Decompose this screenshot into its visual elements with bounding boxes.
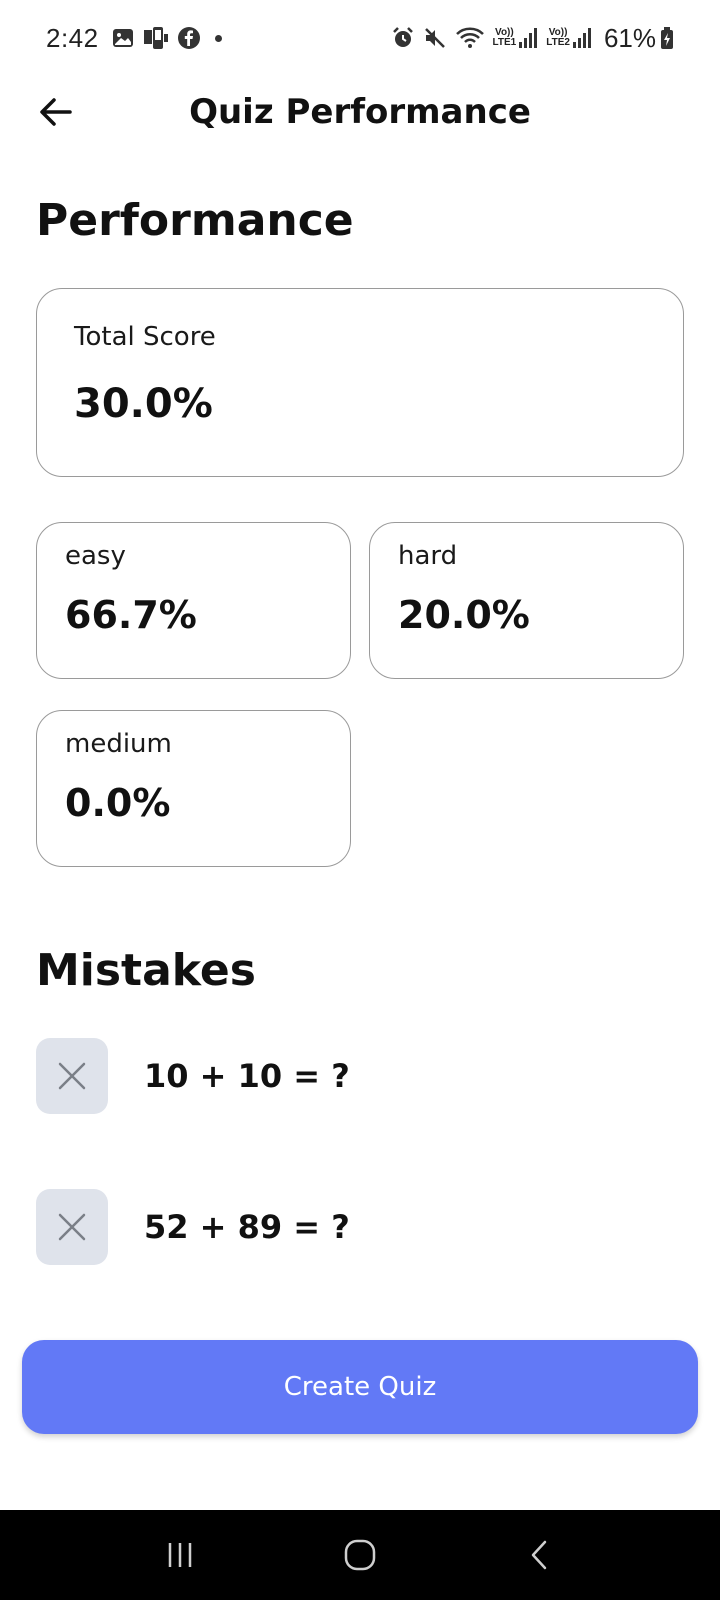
close-icon [58, 1062, 86, 1090]
system-back-button[interactable] [500, 1525, 580, 1585]
difficulty-value: 20.0% [398, 593, 530, 637]
difficulty-value: 66.7% [65, 593, 197, 637]
difficulty-card-easy: easy 66.7% [36, 522, 351, 679]
mistake-item: 52 + 89 = ? [36, 1189, 684, 1265]
status-bar: 2:42 Vo)) LTE1 Vo)) LTE2 61% [0, 0, 720, 76]
system-nav-bar [0, 1510, 720, 1600]
network1-label: Vo)) LTE1 [492, 27, 517, 48]
status-left: 2:42 [46, 23, 222, 54]
mistake-question: 52 + 89 = ? [144, 1208, 350, 1246]
network2-label: Vo)) LTE2 [546, 27, 570, 48]
difficulty-label: easy [65, 541, 126, 571]
sim-icon [143, 26, 169, 50]
difficulty-card-medium: medium 0.0% [36, 710, 351, 867]
wifi-icon [455, 26, 485, 50]
home-icon [344, 1539, 376, 1571]
total-score-value: 30.0% [74, 381, 213, 427]
battery-percentage: 61% [603, 22, 656, 53]
total-score-card: Total Score 30.0% [36, 288, 684, 477]
mute-icon [423, 26, 447, 50]
gallery-icon [111, 26, 135, 50]
create-quiz-button[interactable]: Create Quiz [22, 1340, 698, 1434]
close-icon [58, 1213, 86, 1241]
mistake-icon-box [36, 1189, 108, 1265]
page-title: Quiz Performance [189, 92, 531, 132]
difficulty-label: medium [65, 729, 172, 759]
mistake-item: 10 + 10 = ? [36, 1038, 684, 1114]
mistake-icon-box [36, 1038, 108, 1114]
difficulty-value: 0.0% [65, 781, 171, 825]
difficulty-label: hard [398, 541, 458, 571]
battery-icon [660, 26, 674, 50]
back-icon [531, 1540, 547, 1570]
recent-apps-button[interactable] [140, 1525, 220, 1585]
alarm-icon [391, 26, 415, 50]
recent-apps-icon [168, 1543, 192, 1567]
home-button[interactable] [320, 1525, 400, 1585]
signal-icon [572, 26, 592, 50]
performance-heading: Performance [36, 195, 354, 246]
mistake-question: 10 + 10 = ? [144, 1057, 350, 1095]
status-time: 2:42 [46, 22, 99, 53]
signal-icon [518, 26, 538, 50]
status-right: Vo)) LTE1 Vo)) LTE2 61% [391, 23, 674, 54]
notification-dot [214, 34, 222, 42]
facebook-icon [177, 26, 201, 50]
mistakes-heading: Mistakes [36, 945, 256, 996]
difficulty-card-hard: hard 20.0% [369, 522, 684, 679]
total-score-label: Total Score [74, 322, 216, 352]
arrow-left-icon [40, 98, 72, 126]
app-bar: Quiz Performance [0, 76, 720, 148]
back-button[interactable] [34, 90, 78, 134]
